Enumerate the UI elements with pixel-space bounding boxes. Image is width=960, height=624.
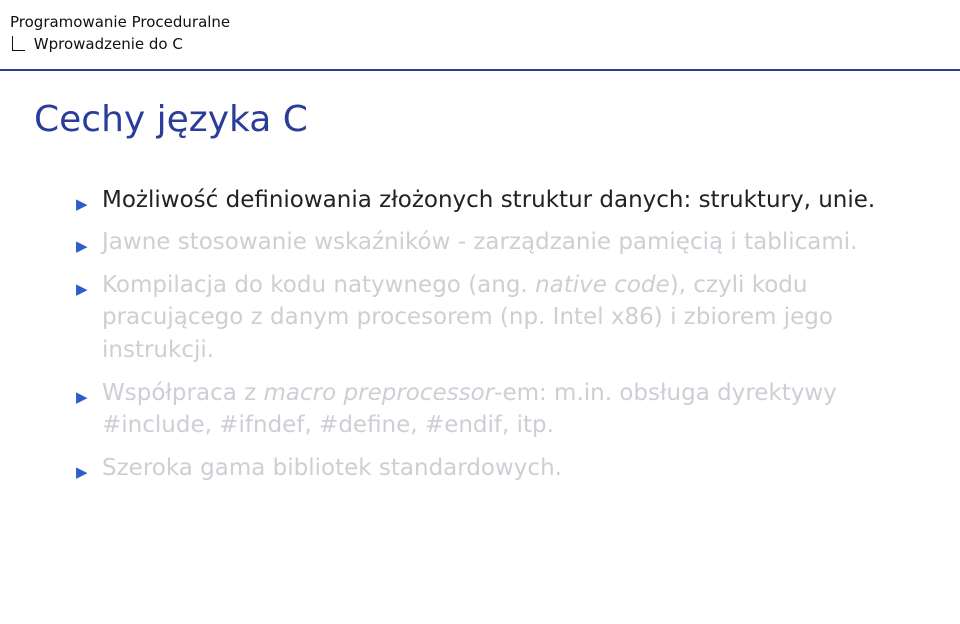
list-item: ▶ Jawne stosowanie wskaźników - zarządzan…	[76, 226, 884, 259]
text-run: Szeroka gama bibliotek standardowych.	[102, 455, 562, 481]
slide-header: Programowanie Proceduralne Wprowadzenie …	[0, 0, 960, 55]
list-item: ▶ Szeroka gama bibliotek standardowych.	[76, 452, 884, 485]
text-run: Współpraca z	[102, 380, 264, 406]
slide-body: ▶ Możliwość definiowania złożonych strukt…	[0, 140, 960, 485]
directive-keyword: #include	[102, 412, 205, 438]
corner-glyph-icon	[12, 36, 25, 51]
breadcrumb-row: Wprowadzenie do C	[10, 34, 950, 54]
list-item-text: Kompilacja do kodu natywnego (ang. nativ…	[102, 272, 833, 363]
text-run: ,	[410, 412, 425, 438]
breadcrumb-level-1: Programowanie Proceduralne	[10, 12, 950, 32]
triangle-bullet-icon: ▶	[76, 387, 88, 408]
italic-term: macro preprocessor	[264, 380, 495, 406]
list-item: ▶ Możliwość definiowania złożonych strukt…	[76, 184, 884, 217]
directive-keyword: #ifndef	[219, 412, 304, 438]
triangle-bullet-icon: ▶	[76, 236, 88, 257]
text-run: Możliwość definiowania złożonych struktu…	[102, 187, 875, 213]
text-run: -em: m.in. obsługa dyrektywy	[494, 380, 837, 406]
list-item: ▶ Współpraca z macro preprocessor-em: m.i…	[76, 377, 884, 442]
text-run: ,	[205, 412, 220, 438]
slide-title: Cechy języka C	[0, 71, 960, 140]
list-item-text: Możliwość definiowania złożonych struktu…	[102, 187, 875, 213]
text-run: , itp.	[502, 412, 554, 438]
triangle-bullet-icon: ▶	[76, 194, 88, 215]
directive-keyword: #define	[319, 412, 410, 438]
list-item-text: Jawne stosowanie wskaźników - zarządzani…	[102, 229, 857, 255]
italic-term: native code	[535, 272, 670, 298]
text-run: Jawne stosowanie wskaźników - zarządzani…	[102, 229, 857, 255]
directive-keyword: #endif	[425, 412, 502, 438]
triangle-bullet-icon: ▶	[76, 462, 88, 483]
slide: Programowanie Proceduralne Wprowadzenie …	[0, 0, 960, 624]
text-run: Kompilacja do kodu natywnego (ang.	[102, 272, 535, 298]
triangle-bullet-icon: ▶	[76, 279, 88, 300]
breadcrumb-level-2: Wprowadzenie do C	[34, 34, 183, 54]
text-run: ,	[304, 412, 319, 438]
list-item: ▶ Kompilacja do kodu natywnego (ang. nati…	[76, 269, 884, 367]
list-item-text: Współpraca z macro preprocessor-em: m.in…	[102, 380, 837, 439]
list-item-text: Szeroka gama bibliotek standardowych.	[102, 455, 562, 481]
